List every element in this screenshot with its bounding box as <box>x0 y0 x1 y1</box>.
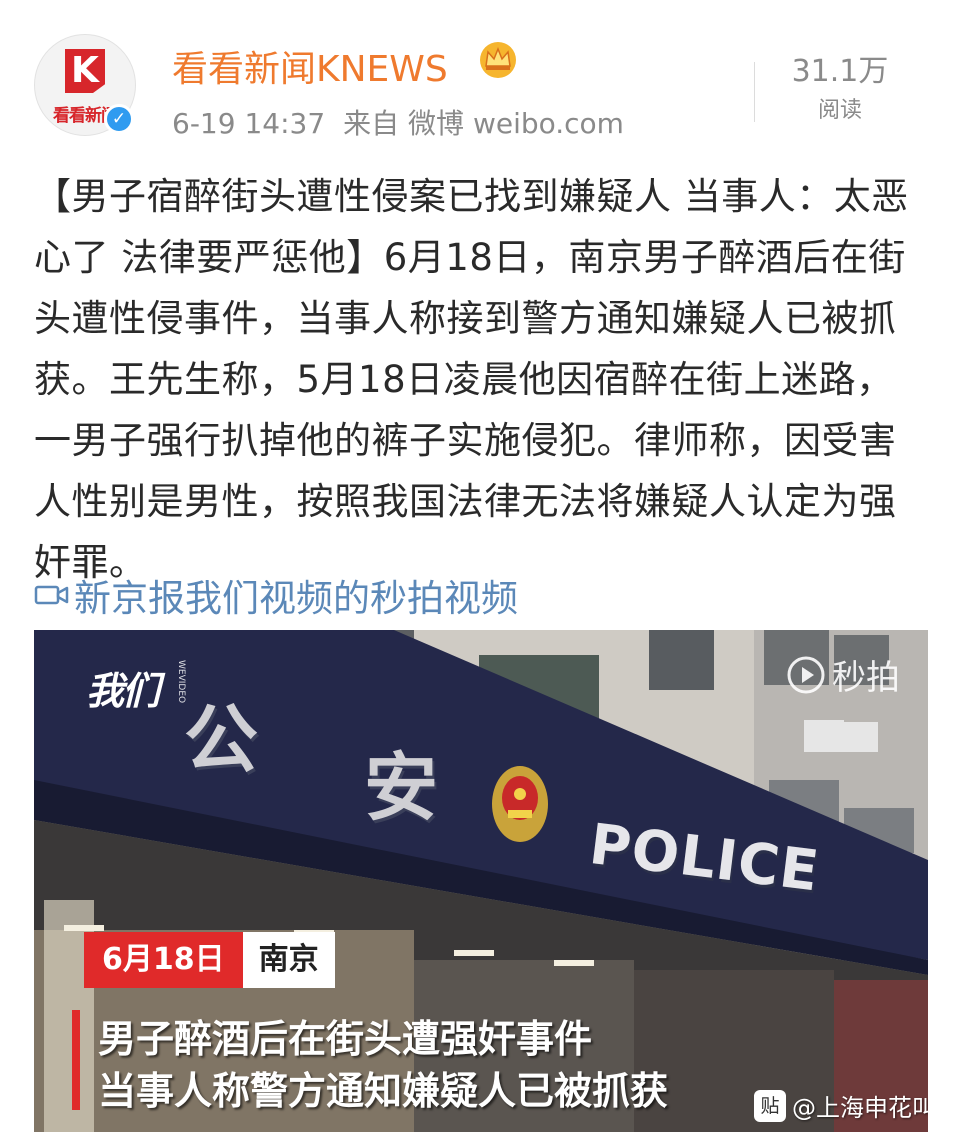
header-divider <box>754 62 755 122</box>
police-emblem-icon <box>492 766 548 842</box>
tieba-icon: 贴 <box>754 1089 786 1122</box>
miaopai-label: 秒拍 <box>832 658 900 698</box>
watermark-label: @上海申花叫 <box>792 1094 928 1122</box>
video-link-label: 新京报我们视频的秒拍视频 <box>74 577 518 620</box>
video-city: 南京 <box>242 932 335 988</box>
post-body-text: 【男子宿醉街头遭性侵案已找到嫌疑人 当事人：太恶心了 法律要严惩他】6月18日，… <box>34 175 909 584</box>
post-source[interactable]: 来自 微博 weibo.com <box>343 107 624 140</box>
brand-logo: 我们 <box>86 669 160 713</box>
verified-badge-icon: ✓ <box>104 104 134 134</box>
post-meta: 6-19 14:37 来自 微博 weibo.com <box>172 102 642 142</box>
read-label: 阅读 <box>817 98 862 123</box>
video-player[interactable]: 我们 WEVIDEO 秒拍 公 安 POLICE 6月18日 南京 男子醉酒后在… <box>34 630 928 1132</box>
video-camera-icon <box>34 585 69 605</box>
post-header: K 看看新闻 ✓ 看看新闻KNEWS 6-19 14:37 来自 微博 weibo… <box>0 0 960 150</box>
caption-accent-bar <box>72 1010 80 1110</box>
post-time: 6-19 14:37 <box>172 107 326 140</box>
video-date: 6月18日 <box>84 932 243 988</box>
miaopai-logo-icon <box>787 656 825 693</box>
video-link[interactable]: 新京报我们视频的秒拍视频 <box>34 568 518 622</box>
miaopai-logo: 秒拍 <box>786 650 900 699</box>
source-watermark: 贴 @上海申花叫 <box>754 1088 928 1123</box>
sign-char-an: 安 <box>364 745 438 831</box>
knews-logo-icon: K <box>65 49 105 93</box>
author-name[interactable]: 看看新闻KNEWS <box>172 40 448 92</box>
caption-line-1: 男子醉酒后在街头遭强奸事件 <box>98 1017 593 1061</box>
read-stats: 31.1万 阅读 <box>780 46 900 124</box>
sign-char-gong: 公 <box>184 697 258 783</box>
caption-line-2: 当事人称警方通知嫌疑人已被抓获 <box>98 1069 669 1113</box>
read-count: 31.1万 <box>791 54 889 89</box>
date-location-badge: 6月18日 南京 <box>84 932 335 988</box>
crown-icon <box>480 42 516 78</box>
